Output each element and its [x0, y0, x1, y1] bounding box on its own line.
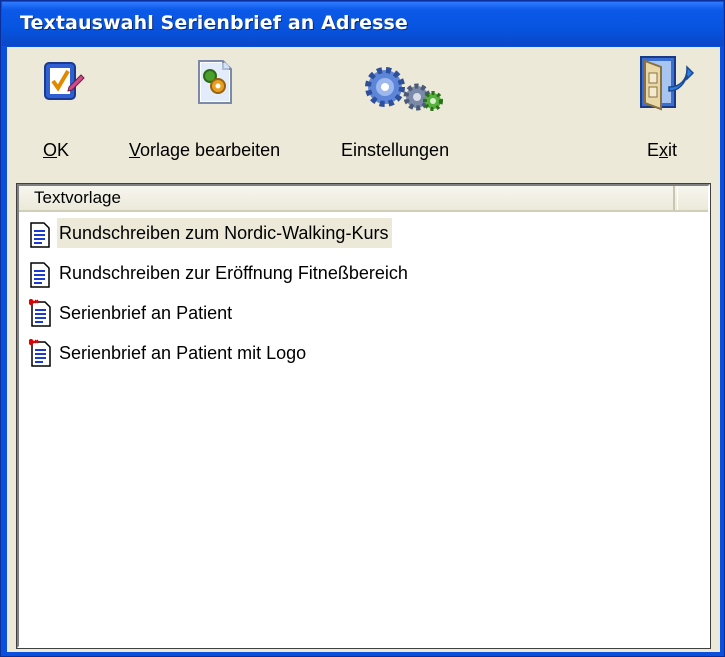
list-item-label: Serienbrief an Patient: [59, 303, 233, 323]
content-area: Textvorlage Rundschreiben zum Nordic-Wal…: [7, 178, 720, 652]
document-icon: [30, 222, 50, 248]
window-title: Textauswahl Serienbrief an Adresse: [20, 12, 408, 34]
list-item-label: Serienbrief an Patient mit Logo: [59, 343, 307, 363]
template-list[interactable]: Textvorlage Rundschreiben zum Nordic-Wal…: [16, 183, 711, 649]
list-item-label: Rundschreiben zum Nordic-Walking-Kurs: [57, 218, 393, 248]
serial-letter-icon: [29, 339, 51, 367]
column-header-textvorlage[interactable]: Textvorlage: [19, 186, 675, 210]
exit-door-icon: [640, 56, 695, 111]
edit-template-button[interactable]: Vorlage bearbeiten: [125, 47, 311, 178]
list-header: Textvorlage: [19, 186, 708, 212]
title-bar[interactable]: Textauswahl Serienbrief an Adresse: [2, 2, 723, 46]
serial-letter-icon: [29, 299, 51, 327]
settings-label: Einstellungen: [341, 140, 450, 160]
toolbar: OK Vorlage bearbeiten Einstellungen Exit: [7, 47, 720, 178]
settings-button[interactable]: Einstellungen: [333, 47, 473, 178]
list-item-label: Rundschreiben zur Eröffnung Fitneßbereic…: [59, 263, 408, 283]
document-gear-icon: [198, 60, 232, 104]
exit-label: Exit: [647, 140, 678, 160]
document-icon: [30, 262, 50, 288]
dialog-window: Textauswahl Serienbrief an Adresse OK Vo…: [0, 0, 725, 657]
ok-button[interactable]: OK: [37, 47, 87, 178]
exit-button[interactable]: Exit: [635, 47, 705, 178]
column-header-empty[interactable]: [677, 186, 709, 210]
checkmark-form-icon: [44, 62, 85, 100]
ok-label: OK: [43, 140, 70, 160]
edit-template-label: Vorlage bearbeiten: [129, 140, 281, 160]
gears-icon: [365, 67, 443, 111]
